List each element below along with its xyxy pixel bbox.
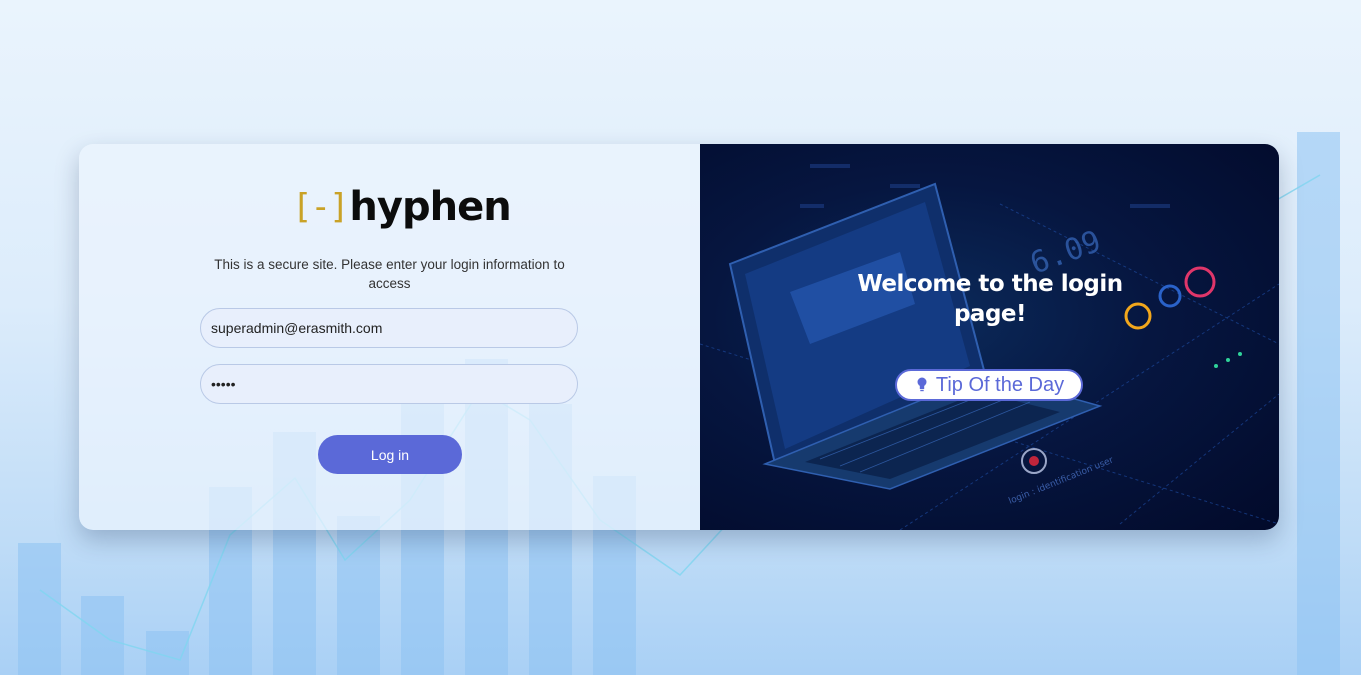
logo-mark: [-]	[292, 187, 349, 227]
login-panel: [-] hyphen This is a secure site. Please…	[79, 144, 700, 530]
welcome-panel: 6.09 login : identification user Welcome…	[700, 144, 1279, 530]
brand-logo: [-] hyphen	[292, 182, 512, 232]
login-button[interactable]: Log in	[318, 435, 462, 474]
laptop-illustration: 6.09 login : identification user	[700, 164, 1279, 530]
login-card: [-] hyphen This is a secure site. Please…	[79, 144, 1279, 530]
email-field[interactable]	[200, 308, 578, 348]
lightbulb-icon	[917, 377, 927, 392]
login-intro-text: This is a secure site. Please enter your…	[214, 257, 565, 291]
svg-text:login : identification user: login : identification user	[1007, 455, 1115, 506]
tip-label: Tip Of the Day	[935, 373, 1065, 396]
tip-of-the-day-button[interactable]: Tip Of the Day	[895, 369, 1083, 401]
welcome-heading: Welcome to the login page!	[857, 271, 1123, 327]
password-field[interactable]	[200, 364, 578, 404]
logo-wordmark: hyphen	[349, 184, 511, 230]
